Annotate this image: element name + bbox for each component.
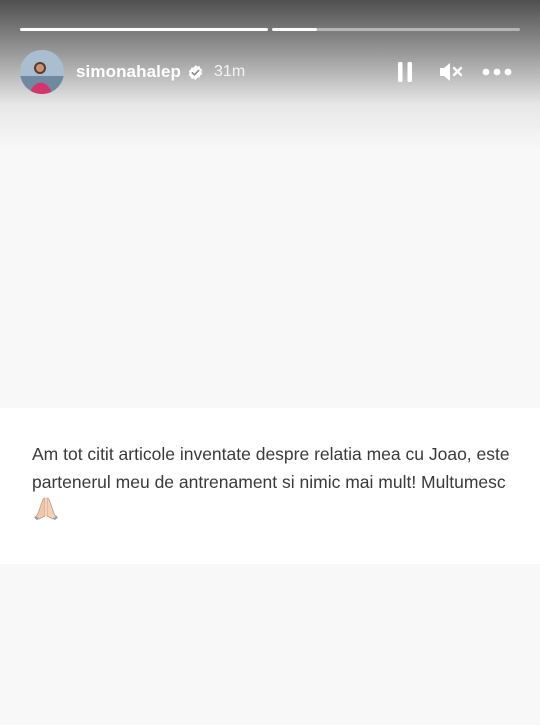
story-header: simonahalep 31m	[20, 50, 520, 94]
pause-icon	[398, 62, 412, 82]
avatar-image	[20, 50, 64, 94]
story-progress-track	[20, 28, 268, 31]
story-progress-bars	[20, 28, 520, 31]
avatar[interactable]	[20, 50, 64, 94]
verified-badge-icon	[187, 64, 204, 81]
more-options-icon	[482, 68, 512, 76]
story-text: Am tot citit articole inventate despre r…	[32, 440, 522, 528]
pause-button[interactable]	[382, 50, 428, 94]
muted-speaker-icon	[440, 63, 463, 81]
more-options-button[interactable]	[474, 50, 520, 94]
story-text-body: Am tot citit articole inventate despre r…	[32, 444, 510, 492]
story-controls	[382, 50, 520, 94]
story-timestamp: 31m	[214, 63, 246, 80]
story-progress-fill	[272, 28, 317, 31]
username[interactable]: simonahalep	[76, 62, 181, 82]
folded-hands-emoji-icon	[33, 496, 59, 528]
story-progress-track	[272, 28, 520, 31]
mute-button[interactable]	[428, 50, 474, 94]
story-progress-fill	[20, 28, 268, 31]
story-viewer[interactable]: simonahalep 31m Am tot citit articole in…	[0, 0, 540, 725]
